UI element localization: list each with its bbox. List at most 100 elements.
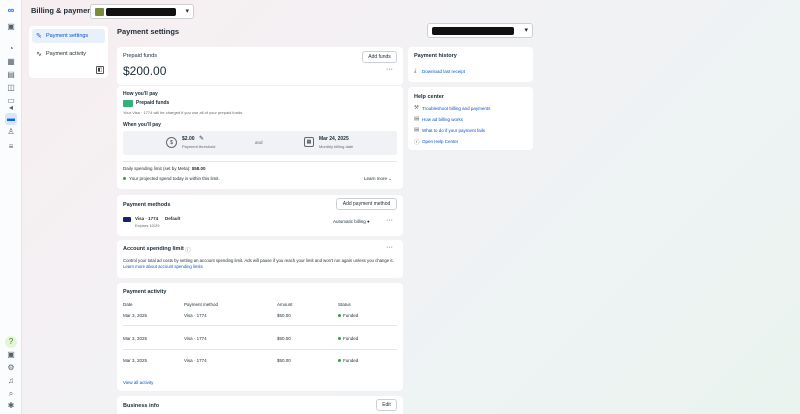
- projected-note-row: Your projected spend today is within thi…: [123, 176, 220, 181]
- subnav-item-payment-activity[interactable]: ∿ Payment activity: [32, 47, 105, 61]
- row-status: Funded: [338, 313, 358, 318]
- status-dot-icon: [338, 337, 341, 341]
- billing-icon[interactable]: ▬: [5, 113, 17, 125]
- history-title: Payment history: [414, 53, 457, 59]
- chevron-down-icon: ⌄: [388, 176, 393, 181]
- divider: [123, 325, 397, 326]
- spending-limit-title: Account spending limit: [123, 246, 184, 252]
- app-title: Billing & payments: [31, 6, 99, 15]
- schedule-panel: $ $2.00 ✎ Payment threshold and ▦ Mar 24…: [123, 131, 397, 155]
- learn-more-label: Learn more: [364, 176, 388, 181]
- pencil-card-icon: ✎: [36, 33, 42, 40]
- payment-schedule-card: How you'll pay Prepaid funds Your Visa ·…: [117, 86, 403, 189]
- prepaid-title: Prepaid funds: [123, 53, 157, 59]
- threshold-value: $2.00: [182, 136, 195, 142]
- row-amount: $50.00: [277, 336, 291, 341]
- bug-icon[interactable]: ✱: [5, 400, 17, 412]
- people-icon[interactable]: ♙: [5, 126, 17, 138]
- wrench-icon: ⚒: [414, 105, 419, 111]
- more-options-icon[interactable]: ···: [386, 66, 393, 73]
- meta-logo-icon[interactable]: ∞: [5, 4, 17, 16]
- help-center-title: Help center: [414, 94, 444, 100]
- chevron-down-icon: ▾: [524, 27, 528, 34]
- automatic-billing-toggle[interactable]: Automatic billing ●: [333, 219, 370, 224]
- account-selector[interactable]: ▾: [90, 4, 194, 19]
- edit-pencil-icon[interactable]: ✎: [199, 135, 204, 142]
- spending-limit-link[interactable]: Learn more about account spending limits: [123, 264, 203, 269]
- spending-limit-description: Control your total ad costs by setting a…: [123, 258, 394, 263]
- add-payment-method-button[interactable]: Add payment method: [336, 198, 397, 210]
- dollar-icon: $: [166, 137, 177, 148]
- info-icon[interactable]: ⓘ: [185, 246, 191, 254]
- feedback-icon[interactable]: ▣: [5, 349, 17, 361]
- help-circle-icon: ⓘ: [414, 140, 420, 146]
- more-options-icon[interactable]: ···: [386, 217, 393, 224]
- and-text: and: [255, 140, 263, 145]
- status-label: Funded: [343, 313, 359, 318]
- help-icon[interactable]: ?: [5, 336, 17, 348]
- row-date: Mar 3, 2025: [123, 336, 148, 341]
- col-header-amount: Amount: [277, 302, 293, 307]
- row-date: Mar 3, 2025: [123, 313, 148, 318]
- campaign-icon[interactable]: ◫: [5, 82, 17, 94]
- redacted-account-name: [106, 8, 176, 16]
- visa-card-icon: [123, 217, 131, 222]
- billing-date-label: Monthly billing date: [319, 144, 354, 149]
- status-dot-icon: [123, 177, 126, 181]
- download-icon: ⤓: [414, 68, 417, 74]
- payment-methods-card: Payment methods Add payment method Visa …: [117, 195, 403, 236]
- daily-limit-label: Daily spending limit (set by Meta):: [123, 166, 191, 171]
- daily-limit-value: $58.00: [191, 166, 206, 171]
- payment-history-card: Payment history ⤓ Download last receipt: [408, 47, 533, 82]
- table-icon[interactable]: ▦: [5, 56, 17, 68]
- status-dot-icon: [338, 359, 341, 363]
- chevron-down-icon: ▾: [185, 8, 189, 15]
- row-date: Mar 3, 2025: [123, 358, 148, 363]
- account-icon[interactable]: ▣: [5, 21, 17, 33]
- calendar-icon: ▦: [304, 137, 314, 147]
- toggle-on-icon: ●: [367, 219, 370, 224]
- collapse-panel-icon[interactable]: ◧: [96, 66, 104, 74]
- billing-date: Mar 24, 2025: [319, 136, 349, 142]
- learn-more-toggle[interactable]: Learn more ⌄: [364, 176, 392, 182]
- redacted-business-name: [432, 27, 514, 35]
- daily-limit-row: Daily spending limit (set by Meta): $58.…: [123, 166, 206, 171]
- col-header-status: Status: [338, 302, 351, 307]
- more-options-icon[interactable]: ···: [386, 244, 393, 251]
- default-badge: Default: [165, 216, 181, 221]
- menu-icon[interactable]: ≡: [5, 141, 17, 153]
- download-receipt-link[interactable]: Download last receipt: [422, 69, 465, 74]
- doc-icon[interactable]: ▤: [5, 69, 17, 81]
- help-link[interactable]: How ad billing works: [422, 117, 463, 122]
- add-funds-button[interactable]: Add funds: [362, 51, 397, 63]
- help-link[interactable]: Troubleshoot billing and payments: [422, 106, 490, 111]
- edit-business-info-button[interactable]: Edit: [376, 399, 397, 411]
- col-header-date: Date: [123, 302, 133, 307]
- subnav-item-payment-settings[interactable]: ✎ Payment settings: [32, 29, 105, 43]
- payment-methods-title: Payment methods: [123, 202, 171, 208]
- business-selector[interactable]: ▾: [427, 23, 533, 38]
- subnav-label: Payment settings: [46, 33, 89, 39]
- spending-limit-text: Control your total ad costs by setting a…: [123, 258, 395, 270]
- help-link[interactable]: What to do if your payment fails: [422, 128, 485, 133]
- prepaid-funds-card: Prepaid funds $200.00 Add funds ···: [117, 47, 403, 85]
- method-note: Your Visa · 1774 will be charged if you …: [123, 110, 244, 115]
- col-header-method: Payment method: [184, 302, 219, 307]
- row-status: Funded: [338, 336, 358, 341]
- status-dot-icon: [338, 314, 341, 318]
- view-all-activity-link[interactable]: View all activity: [123, 380, 153, 385]
- search-icon[interactable]: ⌕: [5, 388, 17, 400]
- divider: [123, 161, 397, 162]
- dashboard-icon[interactable]: ◔: [5, 43, 17, 55]
- settings-icon[interactable]: ⚙: [5, 362, 17, 374]
- document-icon: ▤: [414, 127, 420, 133]
- business-info-card: Business info Edit: [117, 396, 403, 414]
- projected-note: Your projected spend today is within thi…: [129, 176, 220, 181]
- payment-activity-card: Payment activity Date Payment method Amo…: [117, 283, 403, 391]
- prepaid-funds-icon: [123, 100, 133, 107]
- how-pay-heading: How you'll pay: [123, 91, 158, 97]
- when-pay-heading: When you'll pay: [123, 122, 161, 128]
- notifications-icon[interactable]: ♫: [5, 375, 17, 387]
- card-expiry: Expires 10/29: [135, 223, 160, 228]
- help-link[interactable]: Open Help Center: [422, 139, 458, 144]
